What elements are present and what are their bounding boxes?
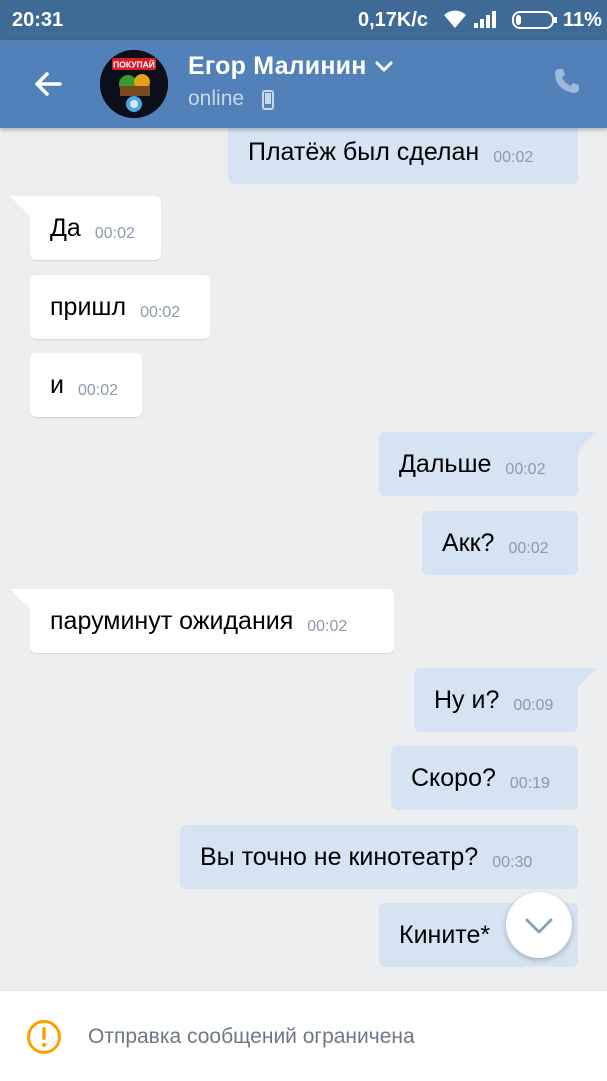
contact-name[interactable]: Егор Малинин [188,52,367,81]
battery-percent: 11% [563,9,602,31]
avatar-logo-image: ПОКУПАЙ [100,50,168,118]
message-bubble-incoming[interactable]: паруминут ожидания 00:02 [30,589,394,653]
message-time: 00:09 [513,697,554,714]
message-time: 00:02 [505,461,546,478]
message-time: 00:02 [493,149,534,166]
message-bubble-outgoing[interactable]: Вы точно не кинотеатр? 00:30 [180,825,578,889]
message-text: Акк? [442,528,495,557]
chevron-down-icon[interactable] [374,60,394,74]
bubble-tail [575,668,597,690]
message-bubble-incoming[interactable]: и 00:02 [30,353,142,417]
message-bubble-outgoing[interactable]: Акк? 00:02 [422,511,578,575]
message-time: 00:02 [140,304,181,321]
message-text: Да [50,213,81,242]
scroll-to-bottom-button[interactable] [506,892,572,958]
contact-avatar[interactable]: ПОКУПАЙ [100,50,168,118]
avatar-logo-text: ПОКУПАЙ [113,59,155,70]
message-bubble-incoming[interactable]: пришл 00:02 [30,275,210,339]
status-bar: 20:31 0,17K/c 11% [0,0,607,40]
messaging-restricted-bar: Отправка сообщений ограничена [0,990,607,1081]
mobile-device-icon [262,90,274,110]
message-time: 00:02 [307,618,348,635]
message-time: 00:02 [508,540,549,557]
wifi-icon [444,10,466,28]
message-text: Скоро? [411,763,496,792]
message-time: 00:30 [492,854,533,871]
bubble-tail [575,432,597,454]
message-text: Кините* [399,920,491,949]
message-time: 00:02 [77,382,119,399]
message-text: пришл [50,292,127,321]
chat-header: ПОКУПАЙ Егор Малинин online [0,40,607,128]
message-text: паруминут ожидания [50,606,294,635]
warning-icon [27,1020,61,1054]
bubble-tail [10,589,32,611]
message-time: 00:19 [509,775,550,792]
message-text: Вы точно не кинотеатр? [200,842,479,871]
message-text: Платёж был сделан [248,137,480,166]
status-time: 20:31 [12,9,64,31]
message-bubble-outgoing[interactable]: Платёж был сделан 00:02 [228,120,578,184]
message-bubble-incoming[interactable]: Да 00:02 [30,196,161,260]
message-time: 00:02 [94,225,135,242]
message-text: Дальше [399,449,492,478]
battery-icon [512,11,557,29]
message-bubble-outgoing[interactable]: Ну и? 00:09 [414,668,578,732]
phone-call-icon[interactable] [552,66,582,96]
message-text: Ну и? [434,685,500,714]
chevron-down-icon [525,918,553,934]
signal-icon [474,11,496,28]
network-speed: 0,17K/c [358,9,429,31]
message-bubble-outgoing[interactable]: Скоро? 00:19 [391,746,578,810]
restriction-notice: Отправка сообщений ограничена [88,1025,415,1048]
message-bubble-outgoing[interactable]: Дальше 00:02 [379,432,578,496]
back-arrow-icon[interactable] [30,66,66,102]
contact-status: online [188,87,245,110]
bubble-tail [10,196,32,218]
message-text: и [50,370,64,399]
